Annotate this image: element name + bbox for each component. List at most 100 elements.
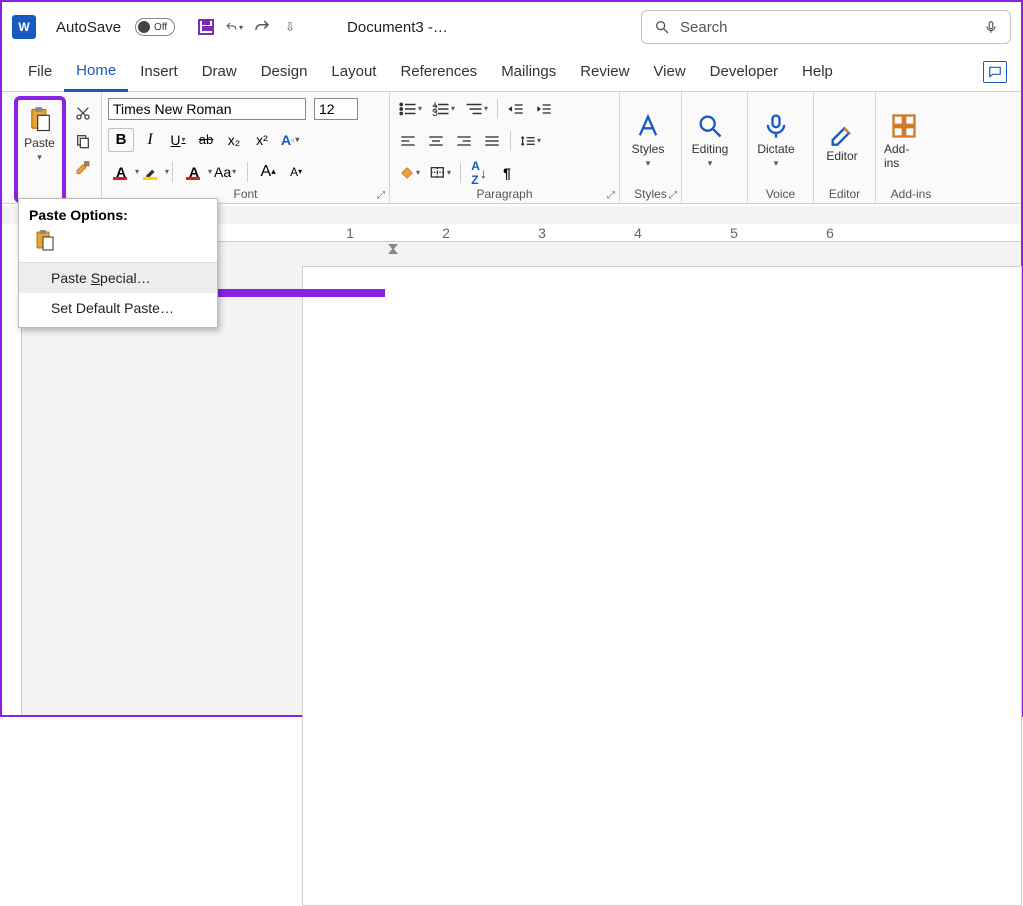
- grow-font-button[interactable]: A▴: [256, 160, 280, 184]
- styles-button[interactable]: Styles ▾: [626, 108, 670, 173]
- font-name-input[interactable]: [108, 98, 306, 120]
- group-clipboard: Paste ▾: [6, 92, 102, 203]
- copy-icon[interactable]: [72, 130, 94, 152]
- autosave-state: Off: [154, 22, 167, 33]
- paragraph-group-label: Paragraph: [396, 185, 613, 203]
- styles-group-label: Styles: [626, 185, 675, 203]
- italic-button[interactable]: I: [138, 128, 162, 152]
- mic-icon: [762, 112, 790, 140]
- group-paragraph: ▾ 123▾ ▾ ▾ ▾ ▾ AZ↓ ¶: [390, 92, 620, 203]
- highlight-button[interactable]: ▾: [138, 161, 164, 183]
- group-addins: Add-ins Add-ins: [876, 92, 946, 203]
- tab-draw[interactable]: Draw: [190, 52, 249, 92]
- group-voice: Dictate ▾ Voice: [748, 92, 814, 203]
- tab-design[interactable]: Design: [249, 52, 320, 92]
- paste-options-title: Paste Options:: [19, 199, 217, 229]
- paste-special-menuitem[interactable]: Paste Special…: [19, 263, 217, 293]
- tab-references[interactable]: References: [388, 52, 489, 92]
- bullets-button[interactable]: ▾: [396, 97, 425, 121]
- document-title[interactable]: Document3 -…: [347, 19, 448, 36]
- set-default-paste-menuitem[interactable]: Set Default Paste…: [19, 293, 217, 323]
- font-dialog-launcher[interactable]: ⤢: [377, 190, 385, 201]
- tab-file[interactable]: File: [16, 52, 64, 92]
- ribbon: Paste ▾ B I U▾ ab x₂ x²: [2, 92, 1021, 204]
- borders-button[interactable]: ▾: [427, 161, 454, 185]
- editor-group-label: Editor: [820, 185, 869, 203]
- editor-button[interactable]: Editor: [820, 115, 864, 167]
- autosave-label: AutoSave: [56, 19, 121, 36]
- ruler-mark-2: 2: [398, 225, 494, 241]
- dictate-label: Dictate: [757, 142, 794, 156]
- sort-button[interactable]: AZ↓: [467, 161, 491, 185]
- line-spacing-button[interactable]: ▾: [517, 129, 544, 153]
- search-icon: [654, 19, 670, 35]
- styles-dialog-launcher[interactable]: ⤢: [669, 190, 677, 201]
- font-color-2-button[interactable]: A▾: [181, 161, 207, 183]
- chevron-down-icon: ▾: [37, 152, 42, 163]
- multilevel-list-button[interactable]: ▾: [462, 97, 491, 121]
- document-page[interactable]: [302, 266, 1022, 906]
- tab-developer[interactable]: Developer: [698, 52, 790, 92]
- addins-button[interactable]: Add-ins: [882, 108, 926, 174]
- ruler-mark-4: 4: [590, 225, 686, 241]
- increase-indent-button[interactable]: [532, 97, 556, 121]
- editing-button[interactable]: Editing ▾: [688, 108, 732, 173]
- bold-button[interactable]: B: [108, 128, 134, 152]
- paste-keep-source-button[interactable]: [19, 229, 217, 262]
- cut-icon[interactable]: [72, 102, 94, 124]
- paragraph-dialog-launcher[interactable]: ⤢: [607, 190, 615, 201]
- align-left-button[interactable]: [396, 129, 420, 153]
- qat-more-icon[interactable]: ⇩: [281, 18, 299, 36]
- tab-help[interactable]: Help: [790, 52, 845, 92]
- justify-button[interactable]: [480, 129, 504, 153]
- dictate-button[interactable]: Dictate ▾: [754, 108, 798, 173]
- text-effects-button[interactable]: A▫▾: [278, 128, 302, 152]
- tab-review[interactable]: Review: [568, 52, 641, 92]
- tab-layout[interactable]: Layout: [319, 52, 388, 92]
- superscript-button[interactable]: x²: [250, 128, 274, 152]
- group-styles: Styles ▾ Styles ⤢: [620, 92, 682, 203]
- align-center-button[interactable]: [424, 129, 448, 153]
- paste-special-label: Paste Special…: [51, 270, 151, 286]
- paste-icon: [26, 106, 54, 134]
- show-marks-button[interactable]: ¶: [495, 161, 519, 185]
- mic-icon[interactable]: [984, 18, 998, 36]
- shrink-font-button[interactable]: A▾: [284, 160, 308, 184]
- voice-group-label: Voice: [754, 185, 807, 203]
- editor-icon: [828, 119, 856, 147]
- undo-icon[interactable]: ▾: [225, 18, 243, 36]
- shading-button[interactable]: ▾: [396, 161, 423, 185]
- underline-button[interactable]: U▾: [166, 128, 190, 152]
- subscript-button[interactable]: x₂: [222, 128, 246, 152]
- search-placeholder: Search: [680, 19, 728, 36]
- group-font: B I U▾ ab x₂ x² A▫▾ A▾ ▾ A▾ Aa▾ A▴ A▾ Fo…: [102, 92, 390, 203]
- addins-label: Add-ins: [884, 142, 924, 170]
- change-case-button[interactable]: Aa▾: [211, 160, 239, 184]
- group-editor: Editor Editor: [814, 92, 876, 203]
- title-bar: W AutoSave Off ▾ ⇩ Document3 -… Search: [2, 2, 1021, 52]
- font-size-input[interactable]: [314, 98, 358, 120]
- redo-icon[interactable]: [253, 18, 271, 36]
- numbering-button[interactable]: 123▾: [429, 97, 458, 121]
- tab-mailings[interactable]: Mailings: [489, 52, 568, 92]
- align-right-button[interactable]: [452, 129, 476, 153]
- ruler-mark-1: 1: [302, 225, 398, 241]
- ribbon-tabs: File Home Insert Draw Design Layout Refe…: [2, 52, 1021, 92]
- ruler-mark-5: 5: [686, 225, 782, 241]
- save-icon[interactable]: [197, 18, 215, 36]
- decrease-indent-button[interactable]: [504, 97, 528, 121]
- addins-icon: [890, 112, 918, 140]
- search-box[interactable]: Search: [641, 10, 1011, 44]
- paste-options-menu: Paste Options: Paste Special… Set Defaul…: [18, 198, 218, 328]
- tab-home[interactable]: Home: [64, 52, 128, 92]
- strikethrough-button[interactable]: ab: [194, 128, 218, 152]
- format-painter-icon[interactable]: [72, 158, 94, 180]
- tab-insert[interactable]: Insert: [128, 52, 190, 92]
- paste-button[interactable]: Paste ▾: [18, 102, 62, 167]
- font-color-button[interactable]: A▾: [108, 161, 134, 183]
- ruler-indent-marker[interactable]: [386, 242, 400, 259]
- comments-button[interactable]: [983, 61, 1007, 83]
- addins-group-label: Add-ins: [882, 185, 940, 203]
- autosave-toggle[interactable]: Off: [135, 18, 175, 36]
- tab-view[interactable]: View: [641, 52, 697, 92]
